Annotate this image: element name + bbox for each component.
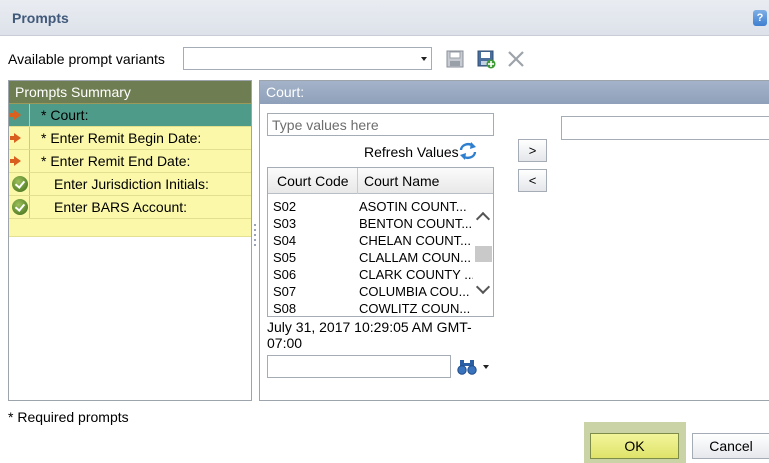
court-name: COLUMBIA COU... — [359, 284, 470, 299]
delete-icon[interactable] — [506, 49, 526, 69]
court-code: S03 — [273, 216, 297, 231]
list-item[interactable]: S06 CLARK COUNTY ... — [268, 266, 476, 283]
court-panel-header: Court: — [260, 81, 769, 104]
summary-item-jurisdiction-initials[interactable]: Enter Jurisdiction Initials: — [9, 173, 251, 196]
list-header: Court Code Court Name — [268, 168, 493, 194]
arrow-right-icon — [10, 110, 21, 120]
court-name: ASOTIN COUNT... — [359, 199, 467, 214]
prompt-variant-select[interactable] — [183, 47, 432, 70]
summary-item-label: * Enter Remit End Date: — [41, 153, 191, 169]
column-header-court-name[interactable]: Court Name — [364, 173, 439, 189]
summary-item-court[interactable]: * Court: — [9, 104, 251, 127]
summary-item-label: * Enter Remit Begin Date: — [41, 130, 202, 146]
summary-marker — [9, 196, 30, 218]
summary-header: Prompts Summary — [9, 81, 251, 104]
prompts-summary-panel: Prompts Summary * Court: * Enter Remit B… — [8, 80, 252, 401]
summary-item-label: Enter Jurisdiction Initials: — [54, 176, 209, 192]
search-values-input[interactable] — [267, 355, 451, 378]
summary-item-bars-account[interactable]: Enter BARS Account: — [9, 196, 251, 219]
search-options-chevron-icon[interactable] — [483, 365, 489, 369]
list-item[interactable]: S08 COWLITZ COUN... — [268, 300, 473, 316]
dialog-title: Prompts — [12, 10, 69, 26]
list-item[interactable]: S02 ASOTIN COUNT... — [268, 198, 473, 215]
refresh-timestamp: July 31, 2017 10:29:05 AM GMT-07:00 — [267, 319, 472, 351]
court-code: S08 — [273, 301, 297, 316]
chevron-down-icon[interactable] — [475, 279, 491, 295]
arrow-right-icon — [10, 133, 21, 143]
court-name: CLALLAM COUN... — [359, 250, 471, 265]
summary-item-remit-begin-date[interactable]: * Enter Remit Begin Date: — [9, 127, 251, 150]
column-header-court-code[interactable]: Court Code — [277, 173, 349, 189]
list-item[interactable]: S05 CLALLAM COUN... — [268, 249, 473, 266]
court-code: S07 — [273, 284, 297, 299]
type-values-input[interactable] — [267, 113, 494, 136]
court-code: S05 — [273, 250, 297, 265]
add-selected-button[interactable]: > — [518, 139, 547, 162]
save-icon[interactable] — [445, 49, 465, 69]
summary-marker — [9, 104, 30, 126]
list-item[interactable]: S04 CHELAN COUNT... — [268, 232, 473, 249]
court-values-list[interactable]: Court Code Court Name S02 ASOTIN COUNT...… — [267, 167, 494, 317]
variants-label: Available prompt variants — [8, 51, 165, 67]
panel-splitter-handle[interactable] — [253, 224, 257, 254]
summary-marker — [9, 127, 30, 149]
check-circle-icon — [12, 176, 28, 192]
court-code: S04 — [273, 233, 297, 248]
court-name: COWLITZ COUN... — [359, 301, 471, 316]
column-separator — [357, 168, 358, 194]
court-name: CHELAN COUNT... — [359, 233, 471, 248]
save-as-icon[interactable] — [476, 49, 496, 69]
court-code: S02 — [273, 199, 297, 214]
chevron-down-icon — [421, 57, 427, 61]
summary-item-label: * Court: — [41, 107, 89, 123]
summary-marker — [9, 173, 30, 195]
help-icon[interactable]: ? — [753, 10, 767, 26]
check-circle-icon — [12, 199, 28, 215]
summary-list: * Court: * Enter Remit Begin Date: * Ent… — [9, 104, 251, 237]
binoculars-icon[interactable] — [457, 359, 477, 375]
court-name: BENTON COUNT... — [359, 216, 473, 231]
list-scrollbar[interactable] — [473, 195, 493, 316]
court-name: CLARK COUNTY ... — [359, 267, 476, 282]
list-item[interactable]: S07 COLUMBIA COU... — [268, 283, 473, 300]
selected-values-box[interactable] — [561, 116, 769, 140]
dialog-titlebar: Prompts ? — [0, 0, 769, 36]
list-item[interactable]: S03 BENTON COUNT... — [268, 215, 473, 232]
remove-selected-button[interactable]: < — [518, 169, 547, 192]
summary-marker — [9, 150, 30, 172]
cancel-button[interactable]: Cancel — [692, 433, 769, 459]
summary-item-label: Enter BARS Account: — [54, 199, 188, 215]
court-code: S06 — [273, 267, 297, 282]
refresh-icon[interactable] — [458, 142, 478, 160]
scrollbar-thumb[interactable] — [475, 246, 492, 262]
refresh-values-link[interactable]: Refresh Values — [364, 144, 459, 160]
arrow-right-icon — [10, 156, 21, 166]
ok-button[interactable]: OK — [590, 433, 679, 459]
required-prompts-note: * Required prompts — [8, 409, 129, 425]
summary-item-remit-end-date[interactable]: * Enter Remit End Date: — [9, 150, 251, 173]
chevron-up-icon[interactable] — [475, 211, 491, 227]
